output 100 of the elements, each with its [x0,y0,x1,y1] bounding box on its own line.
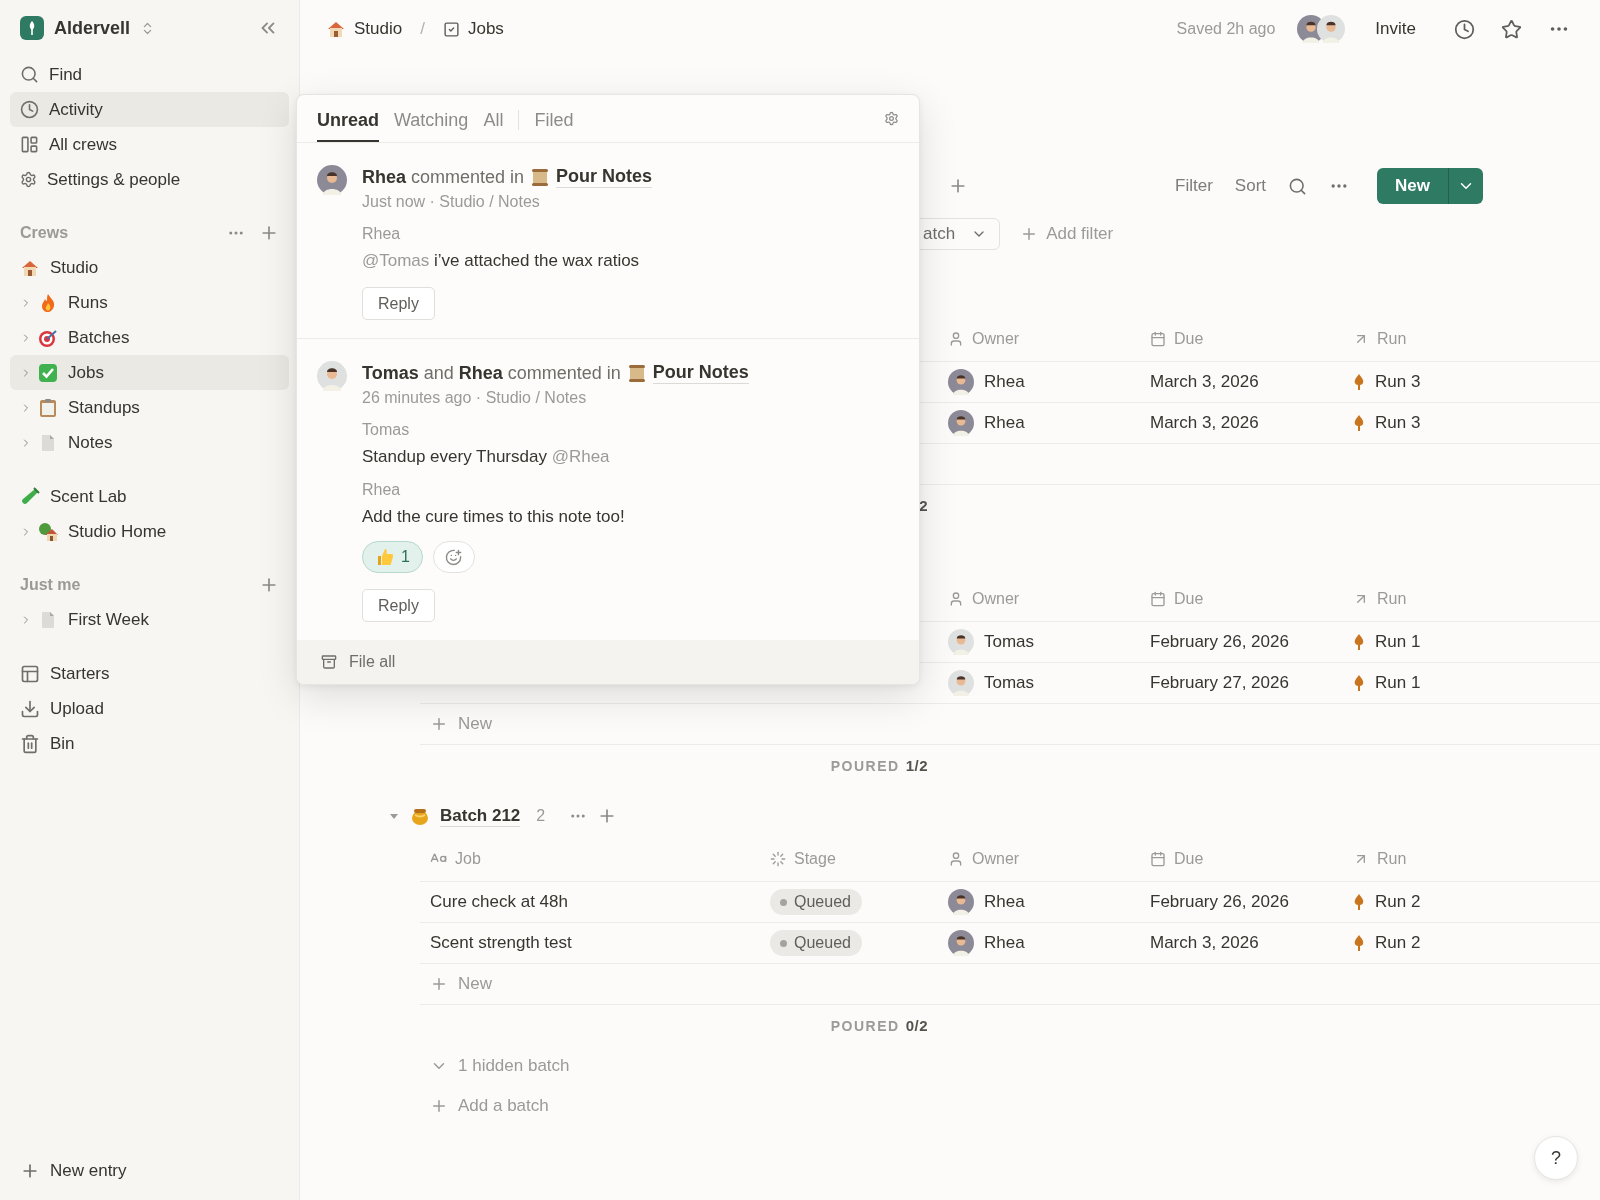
owner-name: Rhea [984,892,1025,912]
person-icon [948,850,964,867]
sidebar-item[interactable]: Studio [10,250,289,285]
sidebar-item[interactable]: Studio Home [10,514,289,549]
avatar [1317,15,1346,43]
plus-icon [430,715,448,733]
sidebar-item[interactable]: Notes [10,425,289,460]
flame-icon [1353,634,1365,650]
notification-meta: 26 minutes ago · Studio / Notes [362,389,587,407]
sidebar-item[interactable]: Jobs [10,355,289,390]
notification-meta: Just now · Studio / Notes [362,193,540,211]
section-title: Crews [20,224,70,242]
sort-button[interactable]: Sort [1234,176,1267,196]
help-button[interactable]: ? [1534,1136,1578,1180]
test-tube-icon [20,486,40,507]
flame-icon [1353,935,1365,951]
run-link[interactable]: Run 2 [1375,933,1421,953]
calendar-icon [1150,850,1166,867]
owner-name: Tomas [984,632,1035,652]
status-icon [770,850,786,867]
sidebar-item[interactable]: Upload [10,691,289,726]
sidebar-item[interactable]: Bin [10,726,289,761]
job-cell-text: Cure check at 48h [429,891,569,913]
run-link[interactable]: Run 1 [1375,673,1421,693]
star-icon[interactable] [1501,18,1522,40]
settings-icon[interactable] [884,111,899,126]
footer-label: POURED [830,1017,900,1034]
owner-name: Rhea [984,933,1025,953]
comment-author: Tomas [362,421,410,439]
flame-icon [1353,894,1365,910]
sidebar-item[interactable]: Batches [10,320,289,355]
sidebar-item[interactable]: First Week [10,602,289,637]
clipboard-icon [38,397,58,418]
breadcrumb-link[interactable]: Studio [326,19,403,39]
template-icon [20,663,40,684]
house-icon [326,19,346,39]
breadcrumb-link[interactable]: Jobs [442,19,504,39]
download-icon [20,698,40,719]
target-icon [38,327,58,348]
run-link[interactable]: Run 1 [1375,632,1421,652]
add-emoji-icon [445,548,463,566]
clock-icon[interactable] [1454,18,1475,40]
group-count: 2 [536,807,546,825]
due-date: March 3, 2026 [1149,932,1260,954]
page-link[interactable]: Pour Notes [556,166,653,188]
footer-value: 1/2 [905,757,928,774]
owner-name: Rhea [984,413,1025,433]
page-link[interactable]: Pour Notes [652,362,749,384]
sidebar-item[interactable]: All crews [10,127,289,162]
settings-icon [20,171,37,188]
flame-icon [1353,675,1365,691]
due-date: March 3, 2026 [1149,371,1260,393]
file-all-button[interactable]: File all [297,640,919,684]
group-title[interactable]: Batch 212 [440,805,521,827]
flame-icon [1353,415,1365,431]
comment-text: Standup every Thursday @Rhea [362,447,610,467]
sidebar-item[interactable]: Runs [10,285,289,320]
sidebar-item[interactable]: Starters [10,656,289,691]
run-link[interactable]: Run 2 [1375,892,1421,912]
plus-icon [430,1097,448,1115]
sidebar-item[interactable]: Settings & people [10,162,289,197]
honey-pot-icon [410,806,430,826]
workspace-logo [20,16,44,40]
workspace-name[interactable]: Aldervell [54,17,131,39]
run-link[interactable]: Run 3 [1375,372,1421,392]
archive-icon [321,654,337,670]
due-date: February 26, 2026 [1149,891,1290,913]
notification-title: Rhea commented in Pour Notes [362,165,653,189]
new-entry-button[interactable]: New entry [10,1153,289,1188]
comment-author: Rhea [362,225,401,243]
clock-icon [20,100,39,119]
owner-name: Tomas [984,673,1035,693]
add-reaction-button[interactable] [432,541,475,573]
scroll-icon [530,167,551,187]
reaction-button[interactable]: 1 [362,541,423,573]
person-icon [948,330,964,347]
sidebar-item[interactable]: Scent Lab [10,479,289,514]
house-icon [38,521,58,542]
comment-text: @Tomas i’ve attached the wax ratios [362,251,640,271]
owner-name: Rhea [984,372,1025,392]
search-icon[interactable] [1288,176,1308,196]
reply-button[interactable]: Reply [362,589,435,622]
invite-button[interactable]: Invite [1369,18,1422,40]
stage-tag: Queued [770,930,862,956]
tab[interactable]: Unread [317,110,379,142]
section-title: Just me [20,576,82,594]
sidebar-item[interactable]: Activity [10,92,289,127]
checkbox-icon [38,362,58,383]
stage-tag: Queued [770,889,862,915]
calendar-icon [1150,590,1166,607]
due-date: February 27, 2026 [1149,672,1290,694]
footer-value: 0/2 [905,1017,928,1034]
sidebar-item[interactable]: Find [10,57,289,92]
sidebar-item[interactable]: Standups [10,390,289,425]
footer-label: POURED [830,757,900,774]
run-link[interactable]: Run 3 [1375,413,1421,433]
filter-button[interactable]: Filter [1175,176,1213,196]
search-icon [20,65,39,84]
job-cell-text: Scent strength test [429,932,573,954]
reply-button[interactable]: Reply [362,287,435,320]
